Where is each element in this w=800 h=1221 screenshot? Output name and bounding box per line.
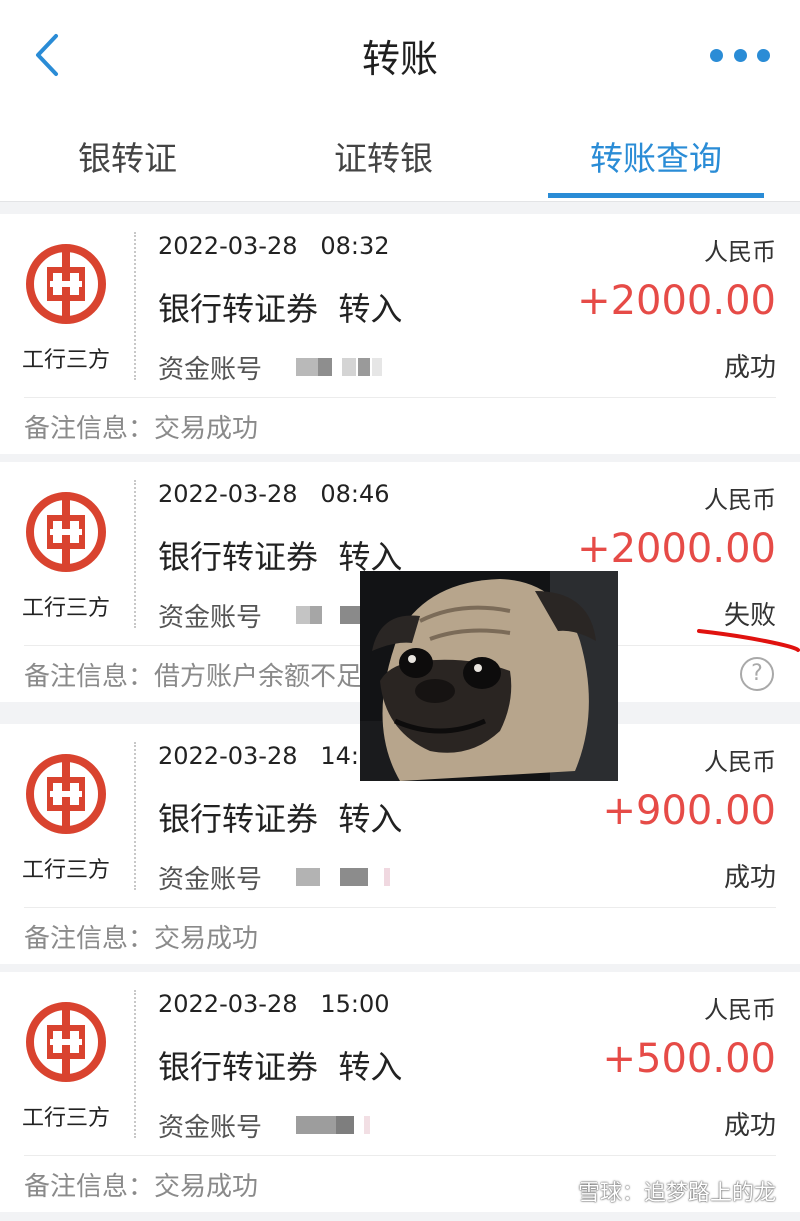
row-divider bbox=[24, 907, 776, 908]
bank-name: 工行三方 bbox=[21, 1106, 110, 1131]
currency: 人民币 bbox=[704, 996, 776, 1024]
row-divider bbox=[24, 397, 776, 398]
transfer-status: 成功 bbox=[723, 353, 776, 383]
page-title: 转账 bbox=[361, 37, 438, 81]
active-tab-indicator bbox=[548, 193, 764, 198]
bank-name: 工行三方 bbox=[21, 596, 110, 621]
transfer-amount: +2000.00 bbox=[577, 278, 776, 324]
currency: 人民币 bbox=[704, 238, 776, 266]
watermark: 雪球：追梦路上的龙 bbox=[577, 1181, 776, 1206]
tab-bank-to-securities[interactable]: 银转证 bbox=[78, 132, 177, 180]
masked-account-number bbox=[296, 354, 386, 380]
record-datetime: 2022-03-28 15:00 bbox=[158, 990, 390, 1018]
vertical-divider bbox=[134, 480, 136, 628]
vertical-divider bbox=[134, 232, 136, 380]
row-divider bbox=[24, 1155, 776, 1156]
tab-securities-to-bank[interactable]: 证转银 bbox=[334, 132, 433, 180]
bank-name: 工行三方 bbox=[21, 858, 110, 883]
icbc-logo-icon bbox=[26, 754, 106, 834]
transfer-type: 银行转证券 转入 bbox=[158, 800, 403, 838]
transfer-type: 银行转证券 转入 bbox=[158, 290, 403, 328]
vertical-divider bbox=[134, 742, 136, 890]
currency: 人民币 bbox=[704, 748, 776, 776]
masked-account-number bbox=[296, 1112, 386, 1138]
icbc-logo-icon bbox=[26, 244, 106, 324]
account-label: 资金账号 bbox=[158, 355, 263, 385]
transfer-type: 银行转证券 转入 bbox=[158, 1048, 403, 1086]
remark-info: 备注信息：交易成功 bbox=[24, 924, 259, 954]
masked-account-number bbox=[296, 864, 390, 890]
tab-bar: 银转证 证转银 转账查询 bbox=[0, 110, 800, 202]
transfer-amount: +500.00 bbox=[602, 1036, 776, 1082]
red-underline-annotation bbox=[697, 629, 800, 652]
help-icon[interactable]: ? bbox=[740, 657, 774, 691]
account-label: 资金账号 bbox=[158, 865, 263, 895]
currency: 人民币 bbox=[704, 486, 776, 514]
vertical-divider bbox=[134, 990, 136, 1138]
account-label: 资金账号 bbox=[158, 1113, 263, 1143]
transfer-amount: +2000.00 bbox=[577, 526, 776, 572]
icbc-logo-icon bbox=[26, 492, 106, 572]
nav-header: 转账 bbox=[0, 0, 800, 110]
remark-info: 备注信息：交易成功 bbox=[24, 414, 259, 444]
more-dots-icon[interactable] bbox=[710, 44, 770, 66]
transfer-status: 成功 bbox=[723, 863, 776, 893]
remark-info: 备注信息：交易成功 bbox=[24, 1172, 259, 1202]
account-label: 资金账号 bbox=[158, 603, 263, 633]
record-datetime: 2022-03-28 08:32 bbox=[158, 232, 390, 260]
remark-info: 备注信息：借方账户余额不足 bbox=[24, 662, 363, 692]
transfer-status: 成功 bbox=[723, 1111, 776, 1141]
pug-meme-image bbox=[360, 571, 618, 781]
record-datetime: 2022-03-28 14:4 bbox=[158, 742, 375, 770]
bank-name: 工行三方 bbox=[21, 348, 110, 373]
record-datetime: 2022-03-28 08:46 bbox=[158, 480, 390, 508]
tab-transfer-query[interactable]: 转账查询 bbox=[590, 132, 722, 180]
transfer-record-card[interactable]: 工行三方 2022-03-28 08:32 人民币 银行转证券 转入 +2000… bbox=[0, 214, 800, 454]
transfer-amount: +900.00 bbox=[602, 788, 776, 834]
icbc-logo-icon bbox=[26, 1002, 106, 1082]
